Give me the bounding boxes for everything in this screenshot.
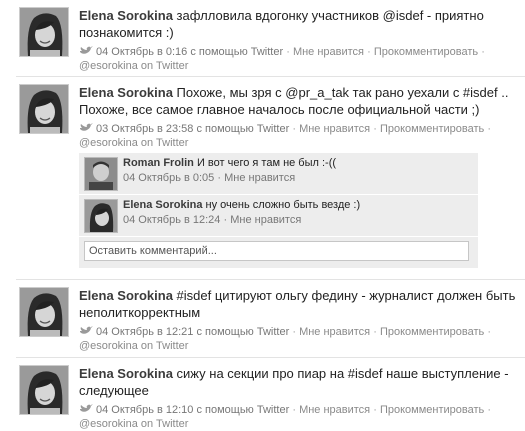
feed-post: Elena Sorokina Похоже, мы зря с @pr_a_ta…	[0, 78, 525, 278]
comment-link[interactable]: Прокомментировать	[380, 404, 484, 416]
feed-post: Elena Sorokina #isdef цитируют ольгу фед…	[0, 280, 525, 358]
comment-box: Оставить комментарий...	[79, 237, 478, 268]
post-meta: 04 Октябрь в 0:16 с помощью Twitter · Мн…	[79, 46, 485, 72]
avatar[interactable]	[19, 365, 69, 415]
comment-meta: 04 Октябрь в 12:24 · Мне нравится	[123, 214, 302, 226]
avatar[interactable]	[19, 7, 69, 57]
commenter-avatar[interactable]	[84, 199, 118, 233]
post-meta: 03 Октябрь в 23:58 с помощью Twitter · М…	[79, 123, 491, 149]
avatar[interactable]	[19, 84, 69, 134]
avatar[interactable]	[19, 287, 69, 337]
like-link[interactable]: Мне нравится	[299, 123, 370, 135]
twitter-account-link[interactable]: @esorokina on Twitter	[79, 137, 188, 149]
like-link[interactable]: Мне нравится	[293, 46, 364, 58]
twitter-account-link[interactable]: @esorokina on Twitter	[79, 418, 188, 430]
twitter-bird-icon	[80, 123, 93, 131]
comment-text: И вот чего я там не был :-((	[196, 157, 337, 169]
comment-link[interactable]: Прокомментировать	[380, 326, 484, 338]
comment-meta: 04 Октябрь в 0:05 · Мне нравится	[123, 172, 296, 184]
comment-timestamp[interactable]: 04 Октябрь в 12:24	[123, 214, 220, 226]
comment-input[interactable]: Оставить комментарий...	[84, 241, 469, 261]
post-author[interactable]: Elena Sorokina	[79, 366, 173, 381]
news-feed: Elena Sorokina зафлловила вдогонку участ…	[0, 0, 525, 430]
post-timestamp[interactable]: 04 Октябрь в 12:10 с помощью Twitter	[96, 404, 289, 416]
comment-timestamp[interactable]: 04 Октябрь в 0:05	[123, 172, 214, 184]
comment-item: Roman Frolin И вот чего я там не был :-(…	[79, 153, 478, 195]
feed-post: Elena Sorokina сижу на секции про пиар н…	[0, 358, 525, 430]
post-timestamp[interactable]: 03 Октябрь в 23:58 с помощью Twitter	[96, 123, 289, 135]
comment-author[interactable]: Elena Sorokina	[123, 199, 202, 211]
post-author[interactable]: Elena Sorokina	[79, 288, 173, 303]
twitter-bird-icon	[80, 46, 93, 54]
twitter-bird-icon	[80, 326, 93, 334]
feed-post: Elena Sorokina зафлловила вдогонку участ…	[0, 0, 525, 78]
comment-author[interactable]: Roman Frolin	[123, 157, 194, 169]
post-meta: 04 Октябрь в 12:21 с помощью Twitter · М…	[79, 326, 491, 352]
twitter-bird-icon	[80, 404, 93, 412]
comment-item: Elena Sorokina ну очень сложно быть везд…	[79, 195, 478, 237]
comment-like-link[interactable]: Мне нравится	[224, 172, 295, 184]
post-author[interactable]: Elena Sorokina	[79, 85, 173, 100]
comment-like-link[interactable]: Мне нравится	[230, 214, 301, 226]
post-timestamp[interactable]: 04 Октябрь в 12:21 с помощью Twitter	[96, 326, 289, 338]
divider	[16, 76, 525, 77]
commenter-avatar[interactable]	[84, 157, 118, 191]
twitter-account-link[interactable]: @esorokina on Twitter	[79, 60, 188, 72]
post-timestamp[interactable]: 04 Октябрь в 0:16 с помощью Twitter	[96, 46, 283, 58]
like-link[interactable]: Мне нравится	[299, 326, 370, 338]
comment-link[interactable]: Прокомментировать	[380, 123, 484, 135]
post-author[interactable]: Elena Sorokina	[79, 8, 173, 23]
twitter-account-link[interactable]: @esorokina on Twitter	[79, 340, 188, 352]
post-meta: 04 Октябрь в 12:10 с помощью Twitter · М…	[79, 404, 491, 430]
like-link[interactable]: Мне нравится	[299, 404, 370, 416]
comments-section: Roman Frolin И вот чего я там не был :-(…	[79, 153, 478, 268]
comment-link[interactable]: Прокомментировать	[374, 46, 478, 58]
comment-text: ну очень сложно быть везде :)	[205, 199, 361, 211]
